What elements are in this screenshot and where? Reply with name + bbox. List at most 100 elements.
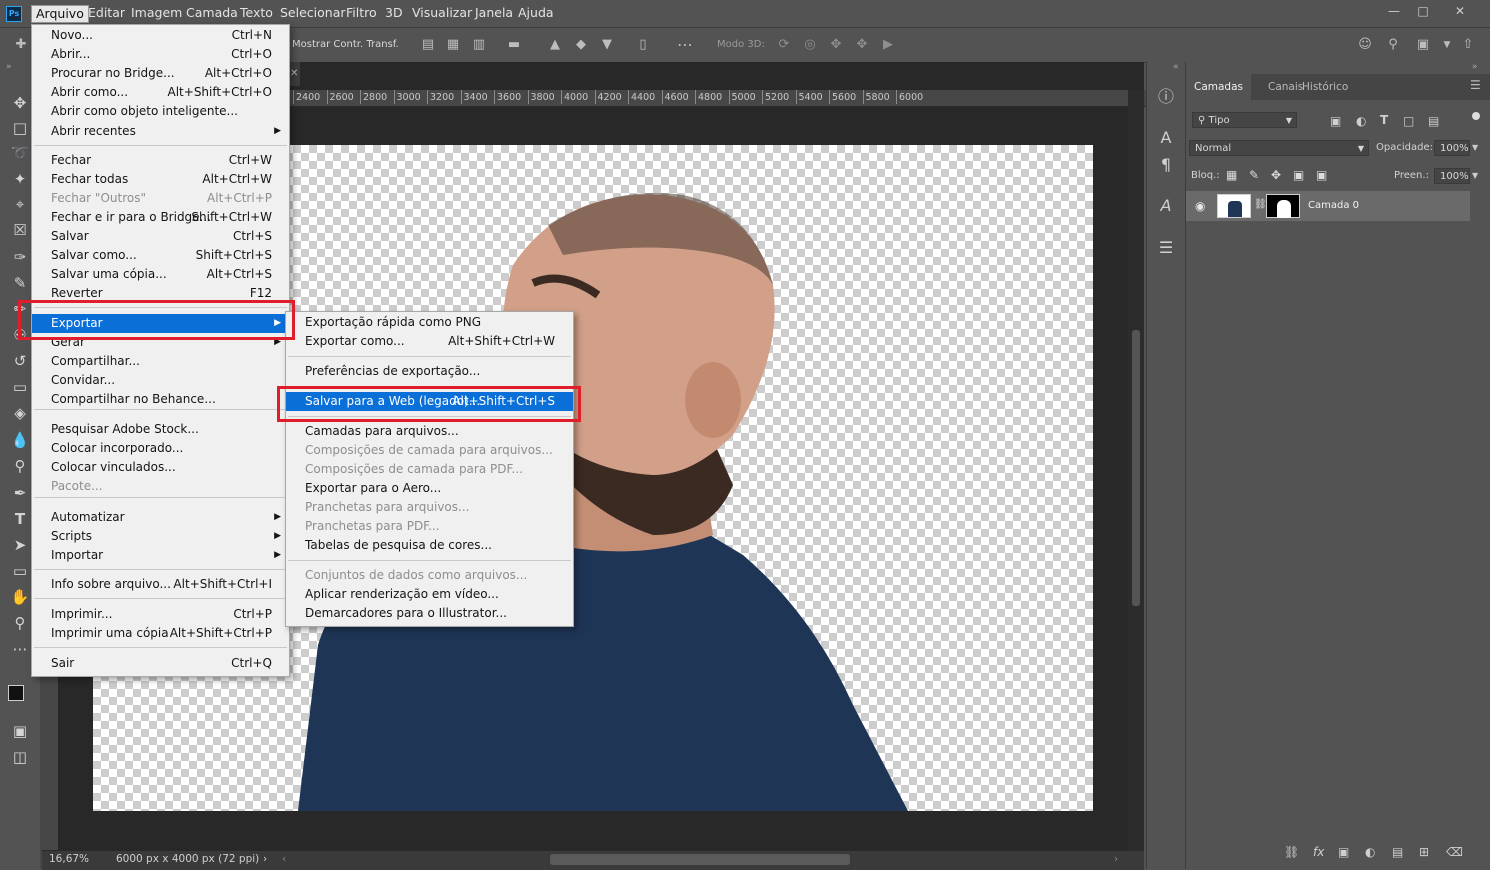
file-menu-item[interactable]: Fechar Ctrl+W [32,151,289,170]
filter-pixel-icon[interactable]: ▣ [1330,114,1341,128]
dodge-tool-icon[interactable]: ⚲ [8,455,32,477]
menu-camada[interactable]: Camada [182,4,242,22]
export-menu-item[interactable]: Exportar como... Alt+Shift+Ctrl+W [286,332,573,351]
file-menu-item[interactable]: Importar ▶ [32,546,289,565]
layer-row[interactable]: ◉ ⛓ Camada 0 [1186,191,1470,221]
tab-camadas[interactable]: Camadas [1186,74,1251,100]
menu-texto[interactable]: Texto [236,4,277,22]
close-icon[interactable]: ✕ [1450,3,1470,19]
maximize-icon[interactable]: □ [1413,3,1433,19]
show-transform-controls-label[interactable]: Mostrar Contr. Transf. [292,39,399,50]
lock-position-icon[interactable]: ✥ [1271,168,1281,182]
file-menu-item[interactable]: Abrir como... Alt+Shift+Ctrl+O [32,83,289,102]
move-tool-preset-icon[interactable]: ✚ [14,38,28,52]
blend-mode-select[interactable]: Normal ▼ [1189,140,1369,156]
scroll-left-icon[interactable]: ‹ [282,853,286,865]
filter-smart-object-icon[interactable]: ▤ [1428,114,1439,128]
file-menu-item[interactable]: Scripts ▶ [32,527,289,546]
align-center-icon[interactable]: ▦ [446,38,460,52]
crop-tool-icon[interactable]: ⌖ [8,193,32,215]
file-menu-item[interactable]: Pesquisar Adobe Stock... [32,420,289,439]
file-menu-item[interactable]: Fechar e ir para o Bridge... Shift+Ctrl+W [32,208,289,227]
align-right-icon[interactable]: ▥ [472,38,486,52]
type-tool-icon[interactable]: T [8,508,32,530]
layer-thumbnail[interactable] [1217,194,1251,218]
menu-selecionar[interactable]: Selecionar [276,4,350,22]
export-menu-item[interactable]: Tabelas de pesquisa de cores... [286,536,573,555]
new-layer-icon[interactable]: ⊞ [1419,845,1429,859]
menu-visualizar[interactable]: Visualizar [408,4,476,22]
paint-bucket-tool-icon[interactable]: ◈ [8,402,32,424]
file-menu-item[interactable]: Info sobre arquivo... Alt+Shift+Ctrl+I [32,575,289,594]
align-middle-icon[interactable]: ◆ [574,38,588,52]
file-menu-item[interactable]: Sair Ctrl+Q [32,654,289,673]
menu-ajuda[interactable]: Ajuda [514,4,558,22]
visibility-eye-icon[interactable]: ◉ [1195,199,1205,213]
info-icon[interactable]: ⓘ [1156,87,1176,107]
menu-3d[interactable]: 3D [381,4,407,22]
filter-type-icon[interactable]: T [1380,113,1388,127]
export-menu-item[interactable]: Preferências de exportação... [286,362,573,381]
zoom-level[interactable]: 16,67% [49,853,89,865]
export-menu-item[interactable]: Exportação rápida como PNG [286,313,573,332]
distribute-icon[interactable]: ▬ [507,38,521,52]
filter-shape-icon[interactable]: □ [1403,114,1414,128]
panel-menu-icon[interactable]: ☰ [1470,78,1481,92]
slide-3d-icon[interactable]: ✥ [855,38,869,52]
workspace-icon[interactable]: ▣ [1416,38,1430,52]
user-icon[interactable]: ☺ [1358,38,1372,52]
file-menu-item[interactable]: Salvar Ctrl+S [32,227,289,246]
properties-icon[interactable]: ☰ [1156,238,1176,258]
link-icon[interactable]: ⛓ [1254,199,1267,210]
filter-toggle-icon[interactable] [1472,112,1480,120]
zoom-tool-icon[interactable]: ⚲ [8,612,32,634]
path-selection-tool-icon[interactable]: ➤ [8,534,32,556]
search-icon[interactable]: ⚲ [1386,38,1400,52]
lock-artboard-icon[interactable]: ▣ [1293,168,1304,182]
paragraph-icon[interactable]: ¶ [1156,155,1176,175]
rectangle-tool-icon[interactable]: ▭ [8,560,32,582]
menu-imagem[interactable]: Imagem [127,4,186,22]
close-tab-icon[interactable]: ✕ [290,68,298,79]
export-menu-item[interactable]: Exportar para o Aero... [286,479,573,498]
export-menu-item[interactable]: Demarcadores para o Illustrator... [286,604,573,623]
pan-3d-icon[interactable]: ✥ [829,38,843,52]
hand-tool-icon[interactable]: ✋ [8,586,32,608]
foreground-color-swatch[interactable] [8,685,24,701]
history-brush-tool-icon[interactable]: ↺ [8,350,32,372]
add-mask-icon[interactable]: ▣ [1338,845,1349,859]
file-menu-item[interactable]: Compartilhar... [32,352,289,371]
trash-icon[interactable]: ⌫ [1446,845,1463,859]
magic-wand-tool-icon[interactable]: ✦ [8,168,32,190]
more-options-icon[interactable]: ⋯ [677,37,693,53]
collapse-strip-icon[interactable]: « [1173,62,1179,72]
align-top-icon[interactable]: ▲ [548,38,562,52]
pen-tool-icon[interactable]: ✒ [8,482,32,504]
chevron-down-icon[interactable]: ▼ [1472,171,1478,180]
distribute-vertical-icon[interactable]: ▯ [636,38,650,52]
file-menu-item[interactable]: Compartilhar no Behance... [32,390,289,409]
marquee-tool-icon[interactable]: □ [8,117,32,139]
file-menu-item[interactable]: Novo... Ctrl+N [32,26,289,45]
healing-brush-tool-icon[interactable]: ✎ [8,272,32,294]
align-bottom-icon[interactable]: ▼ [600,38,614,52]
lock-transparency-icon[interactable]: ▦ [1226,168,1237,182]
screen-mode-icon[interactable]: ◫ [8,746,32,768]
tab-historico[interactable]: Histórico [1294,74,1356,100]
orbit-3d-icon[interactable]: ⟳ [777,38,791,52]
file-menu-item[interactable]: Abrir como objeto inteligente... [32,102,289,121]
file-menu-item[interactable]: Procurar no Bridge... Alt+Ctrl+O [32,64,289,83]
menu-filtro[interactable]: Filtro [342,4,381,22]
blur-tool-icon[interactable]: 💧 [8,429,32,451]
filter-adjustment-icon[interactable]: ◐ [1356,114,1366,128]
file-menu-item[interactable]: Salvar uma cópia... Alt+Ctrl+S [32,265,289,284]
adjustment-layer-icon[interactable]: ◐ [1365,845,1375,859]
file-menu-item[interactable]: Abrir... Ctrl+O [32,45,289,64]
share-icon[interactable]: ⇧ [1461,38,1475,52]
opacity-input[interactable]: 100% [1434,140,1470,156]
minimize-icon[interactable]: — [1384,3,1404,19]
file-menu-item[interactable]: Imprimir uma cópia Alt+Shift+Ctrl+P [32,624,289,643]
horizontal-scroll-thumb[interactable] [550,854,850,865]
lock-all-icon[interactable]: ▣ [1316,168,1327,182]
move-tool-icon[interactable]: ✥ [8,92,32,114]
